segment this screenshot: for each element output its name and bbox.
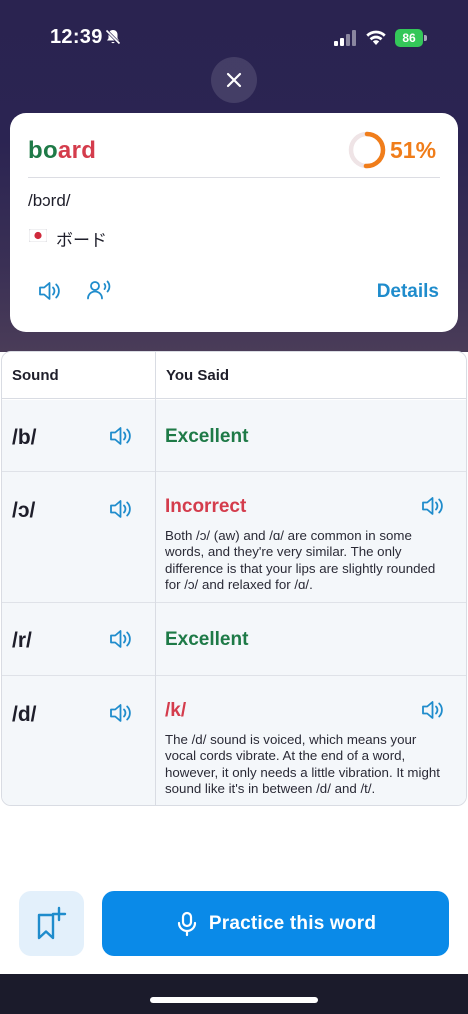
row-phoneme: /b/: [12, 426, 37, 449]
header-you-said: You Said: [166, 367, 230, 384]
header-sound: Sound: [12, 367, 59, 384]
add-bookmark-button[interactable]: [19, 891, 84, 956]
play-said-sound-button[interactable]: [421, 698, 447, 727]
row-result: Excellent: [165, 426, 249, 447]
bell-muted-icon: [104, 28, 122, 51]
word-correct-part: bo: [28, 137, 58, 164]
row-result: Incorrect: [165, 496, 247, 517]
practice-word-button[interactable]: Practice this word: [102, 891, 449, 956]
play-said-sound-button[interactable]: [421, 494, 447, 523]
speaker-icon: [39, 282, 60, 300]
home-indicator[interactable]: [150, 997, 318, 1003]
row-phoneme: /ɔ/: [12, 499, 36, 522]
home-indicator-area: [0, 974, 468, 1014]
card-divider: [28, 177, 440, 178]
play-sound-button[interactable]: [109, 701, 135, 730]
word-title: board: [28, 137, 96, 165]
play-sound-button[interactable]: [109, 497, 135, 526]
word-ipa: /bɔrd/: [28, 191, 71, 210]
word-incorrect-part: ard: [57, 137, 97, 164]
microphone-icon: [177, 911, 196, 936]
word-card: board 51% /bɔrd/ ボード Details: [10, 113, 458, 332]
row-phoneme: /d/: [12, 703, 37, 726]
table-row: /r/ Excellent: [2, 603, 466, 676]
details-link[interactable]: Details: [377, 281, 439, 303]
table-header: Sound You Said: [2, 352, 466, 399]
speaker-icon: [110, 704, 131, 722]
battery-tip: [424, 35, 427, 41]
table-row: /ɔ/ Incorrect Both /ɔ/ (aw) and /ɑ/ are …: [2, 472, 466, 603]
row-phoneme: /r/: [12, 629, 32, 652]
column-divider: [155, 352, 156, 805]
play-sound-button[interactable]: [109, 424, 135, 453]
practice-word-label: Practice this word: [208, 912, 377, 934]
row-result: Excellent: [165, 629, 249, 650]
table-row: /d/ /k/ The /d/ sound is voiced, which m…: [2, 676, 466, 805]
phoneme-table: Sound You Said /b/ Excellent /ɔ/ Incorre…: [1, 351, 467, 806]
bookmark-add-icon: [37, 906, 66, 939]
row-result: /k/: [165, 700, 187, 721]
speaker-icon: [110, 500, 131, 518]
status-time: 12:39: [50, 26, 103, 48]
status-bar: 12:39 86: [0, 0, 468, 60]
close-button[interactable]: [211, 57, 257, 103]
play-my-recording-button[interactable]: [86, 278, 112, 307]
speaker-icon: [110, 630, 131, 648]
row-explanation: Both /ɔ/ (aw) and /ɑ/ are common in some…: [165, 528, 436, 592]
speaker-icon: [110, 427, 131, 445]
table-row: /b/ Excellent: [2, 400, 466, 472]
speaker-icon: [422, 701, 443, 719]
cellular-signal-icon: [334, 30, 358, 51]
japan-flag-icon: [29, 229, 47, 242]
battery-indicator: 86: [395, 29, 423, 47]
play-sound-button[interactable]: [109, 627, 135, 656]
score-ring: [348, 131, 386, 169]
speaking-person-icon: [87, 280, 111, 300]
score-percent: 51%: [390, 137, 437, 163]
row-explanation: The /d/ sound is voiced, which means you…: [165, 732, 440, 796]
speaker-icon: [422, 497, 443, 515]
close-icon: [226, 72, 242, 88]
wifi-icon: [364, 28, 388, 51]
play-word-button[interactable]: [38, 279, 64, 308]
word-translation: ボード: [56, 231, 107, 250]
